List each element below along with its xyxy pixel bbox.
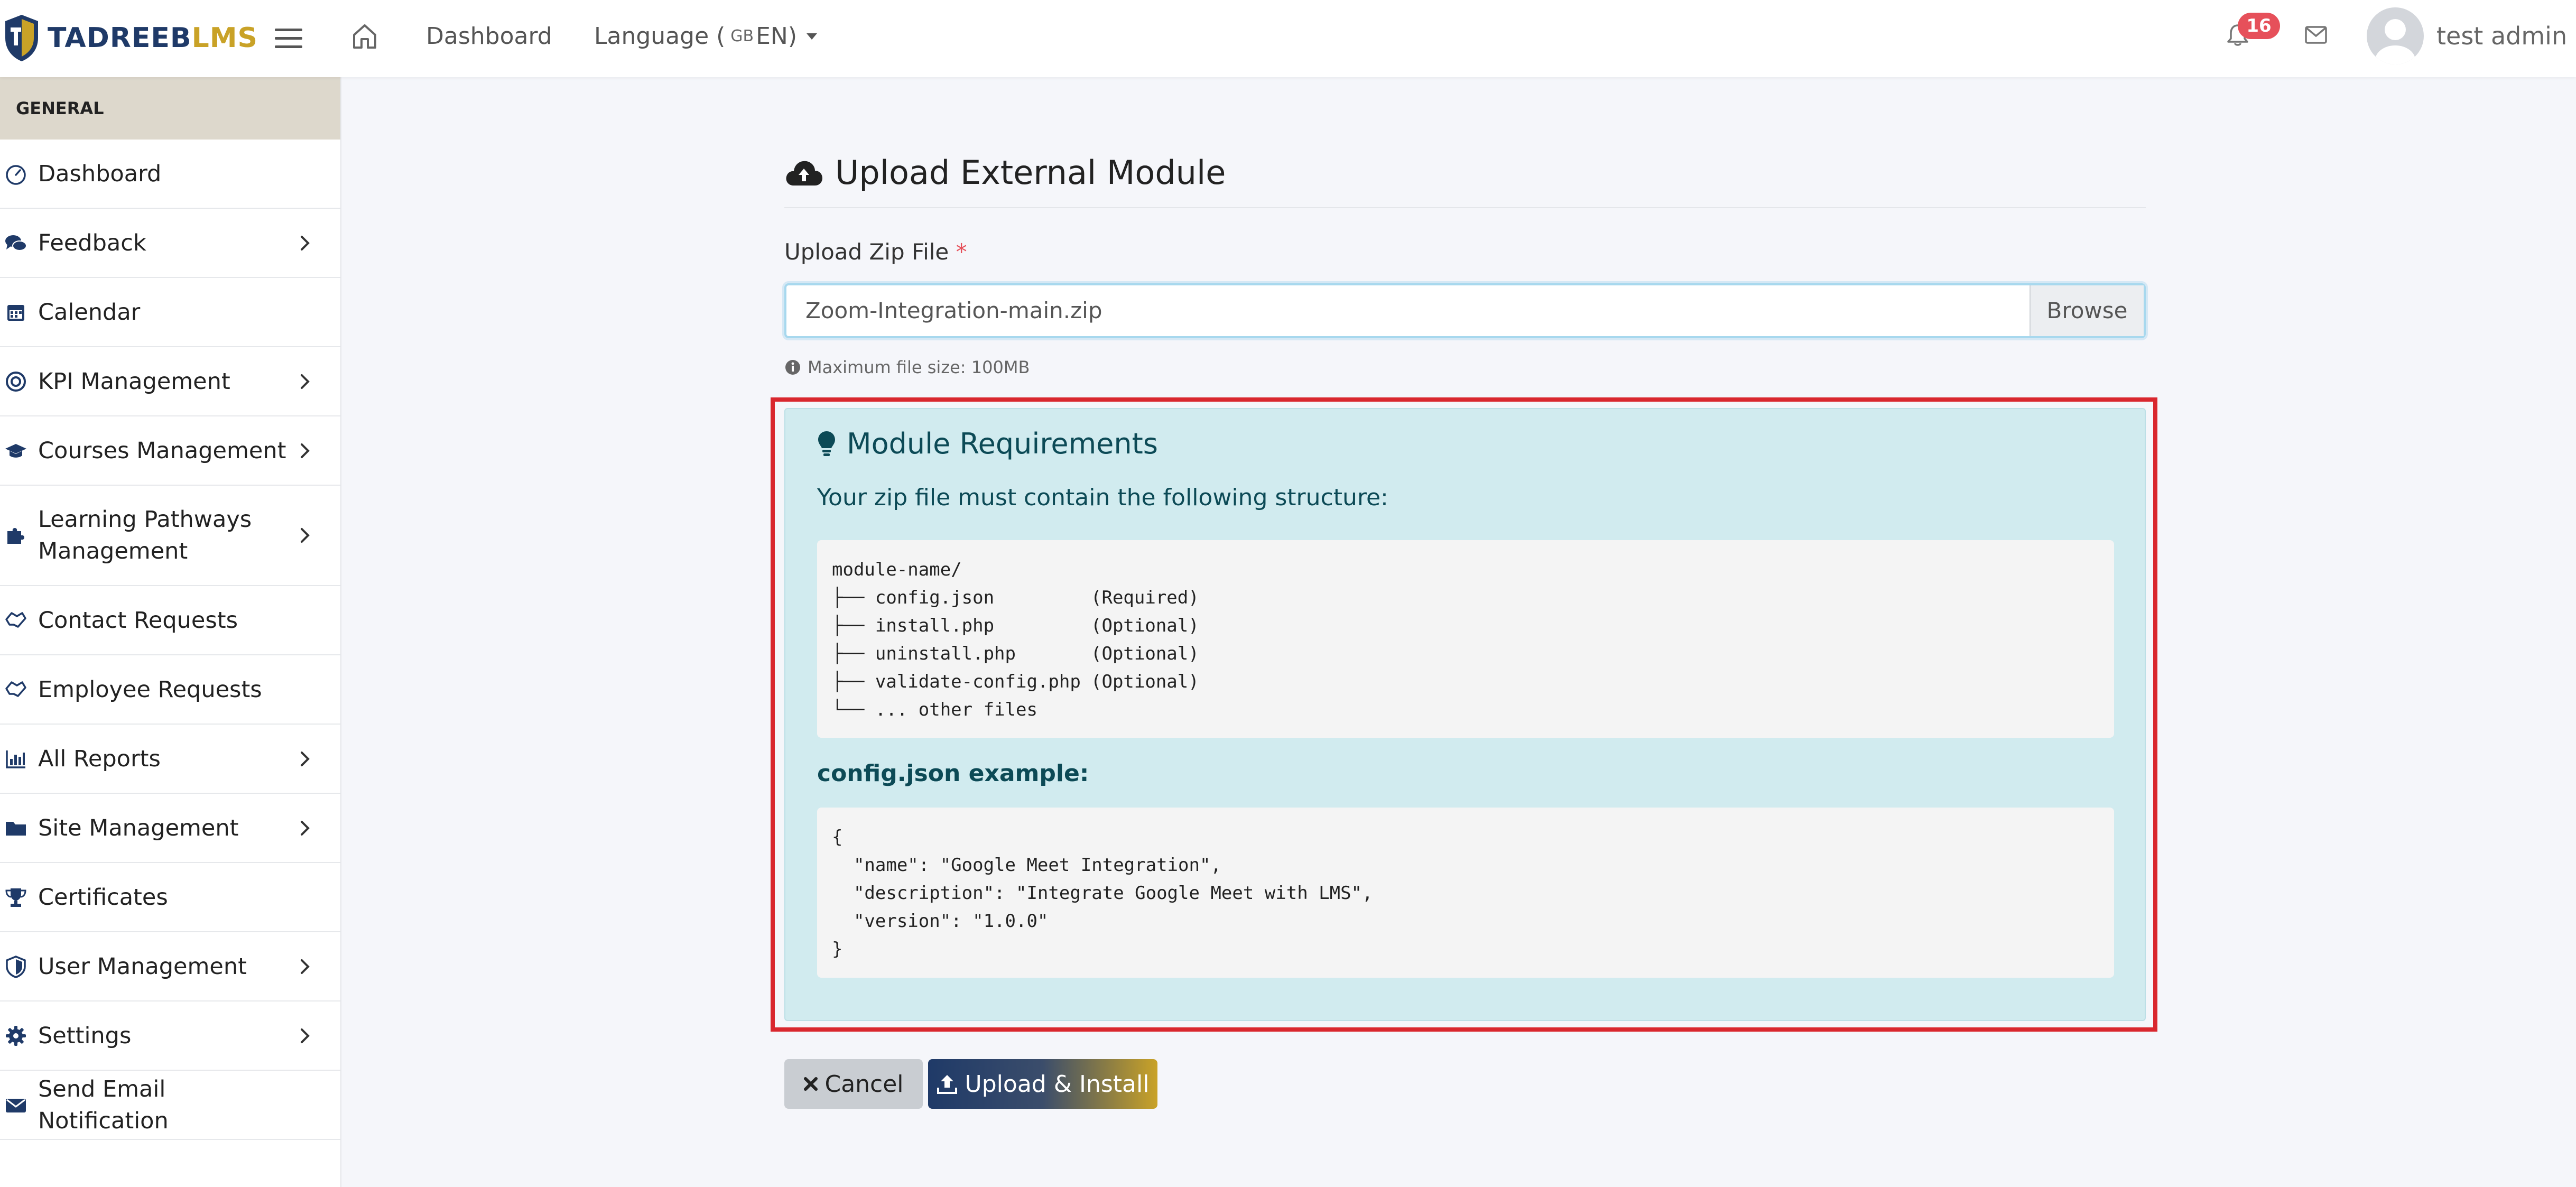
sidebar-item-label: Employee Requests <box>38 676 262 703</box>
calendar-icon <box>7 304 24 321</box>
page-title-text: Upload External Module <box>835 153 1226 192</box>
zip-file-input[interactable]: Zoom-Integration-main.zip Browse <box>784 283 2146 338</box>
chevron-right-icon <box>301 443 310 458</box>
title-divider <box>784 207 2146 208</box>
file-size-help: Maximum file size: 100MB <box>784 357 1030 377</box>
logo-text-primary: TADREEB <box>48 22 192 54</box>
gear-icon <box>6 1025 26 1046</box>
sidebar-item-label: KPI Management <box>38 368 230 395</box>
avatar[interactable] <box>2367 7 2424 64</box>
sidebar: GENERAL Dashboard Feedback Calendar KPI … <box>0 77 341 1187</box>
folder-icon <box>6 821 26 836</box>
sidebar-item-all-reports[interactable]: All Reports <box>0 725 340 794</box>
nav-dashboard-link[interactable]: Dashboard <box>426 21 552 52</box>
sidebar-item-settings[interactable]: Settings <box>0 1001 340 1071</box>
trophy-icon <box>5 888 26 907</box>
sidebar-item-courses-management[interactable]: Courses Management <box>0 416 340 486</box>
upload-install-button[interactable]: Upload & Install <box>928 1059 1157 1109</box>
cancel-button-label: Cancel <box>824 1070 904 1098</box>
sidebar-item-label: Calendar <box>38 299 141 326</box>
chevron-right-icon <box>301 1028 310 1043</box>
chevron-right-icon <box>301 751 310 766</box>
mail-icon[interactable] <box>2304 25 2328 44</box>
logo[interactable]: TADREEBLMS <box>3 12 258 64</box>
sidebar-item-label: Contact Requests <box>38 607 238 634</box>
comments-icon <box>5 235 27 251</box>
sidebar-item-kpi-management[interactable]: KPI Management <box>0 347 340 416</box>
language-dropdown[interactable]: Language ( GB EN) <box>594 21 818 52</box>
sidebar-item-label: Feedback <box>38 229 146 256</box>
info-circle-icon <box>785 360 800 375</box>
sidebar-item-label: User Management <box>38 953 247 980</box>
highlight-frame <box>771 397 2157 1032</box>
upload-install-button-label: Upload & Install <box>965 1070 1150 1098</box>
chevron-right-icon <box>301 235 310 251</box>
language-label: Language ( <box>594 23 726 50</box>
logo-text-accent: LMS <box>191 22 258 54</box>
sidebar-item-label: Certificates <box>38 884 168 911</box>
home-icon[interactable] <box>351 20 378 52</box>
bar-chart-icon <box>6 750 25 768</box>
shield-icon <box>6 955 26 978</box>
handshake-icon <box>5 681 26 697</box>
language-flag: GB <box>730 27 754 45</box>
upload-zip-label: Upload Zip File * <box>784 239 967 265</box>
chevron-right-icon <box>301 374 310 389</box>
chevron-right-icon <box>301 528 310 543</box>
sidebar-item-send-email-notification[interactable]: Send Email Notification <box>0 1071 340 1140</box>
upload-icon <box>937 1075 957 1094</box>
graduation-cap-icon <box>5 443 26 458</box>
sidebar-item-employee-requests[interactable]: Employee Requests <box>0 655 340 725</box>
chevron-down-icon <box>807 33 818 40</box>
puzzle-icon <box>7 528 24 544</box>
upload-zip-label-text: Upload Zip File <box>784 239 949 265</box>
chevron-right-icon <box>301 820 310 836</box>
sidebar-item-learning-pathways-management[interactable]: Learning Pathways Management <box>0 486 340 586</box>
required-asterisk: * <box>956 239 967 265</box>
sidebar-item-label: Site Management <box>38 814 239 841</box>
hamburger-menu-icon[interactable] <box>273 22 304 54</box>
sidebar-item-certificates[interactable]: Certificates <box>0 863 340 932</box>
chevron-right-icon <box>301 959 310 974</box>
page-title: Upload External Module <box>784 153 1226 192</box>
language-code: EN) <box>756 23 798 50</box>
sidebar-item-calendar[interactable]: Calendar <box>0 278 340 347</box>
sidebar-item-label: Dashboard <box>38 160 162 187</box>
sidebar-section-general: GENERAL <box>0 77 340 140</box>
cloud-upload-icon <box>786 161 822 186</box>
target-icon <box>6 371 26 392</box>
cancel-button[interactable]: Cancel <box>784 1059 923 1109</box>
sidebar-item-dashboard[interactable]: Dashboard <box>0 140 340 209</box>
sidebar-item-label: Settings <box>38 1022 132 1049</box>
sidebar-item-label: Courses Management <box>38 437 286 464</box>
sidebar-item-label: All Reports <box>38 745 161 772</box>
sidebar-item-feedback[interactable]: Feedback <box>0 209 340 278</box>
close-icon <box>804 1077 818 1091</box>
selected-file-name: Zoom-Integration-main.zip <box>805 298 1102 323</box>
logo-shield-icon <box>5 15 38 61</box>
sidebar-item-label: Send Email Notification <box>38 1075 169 1134</box>
sidebar-item-user-management[interactable]: User Management <box>0 932 340 1001</box>
sidebar-item-site-management[interactable]: Site Management <box>0 794 340 863</box>
handshake-icon <box>5 611 26 628</box>
sidebar-item-label: Learning Pathways Management <box>38 506 252 564</box>
dashboard-gauge-icon <box>6 164 26 185</box>
user-silhouette-icon <box>2375 19 2415 64</box>
sidebar-item-contact-requests[interactable]: Contact Requests <box>0 586 340 655</box>
browse-button[interactable]: Browse <box>2030 285 2144 336</box>
top-navbar: TADREEBLMS Dashboard Language ( GB EN) 1… <box>0 0 2576 77</box>
notification-count-badge[interactable]: 16 <box>2238 13 2280 39</box>
user-name[interactable]: test admin <box>2436 20 2567 52</box>
file-size-help-text: Maximum file size: 100MB <box>808 357 1030 377</box>
envelope-icon <box>6 1098 26 1112</box>
